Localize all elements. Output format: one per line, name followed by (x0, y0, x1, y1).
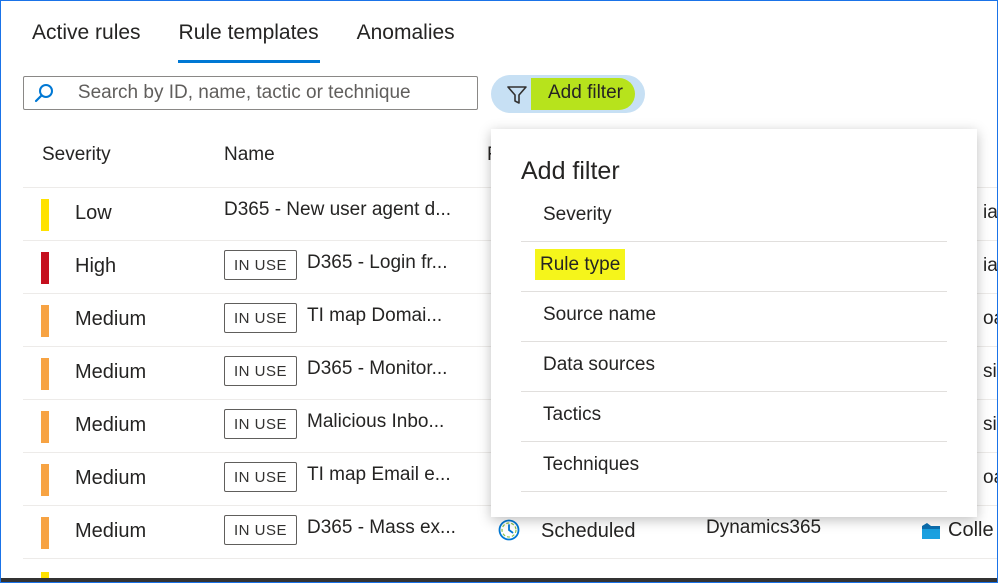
row-right-text: oac (983, 467, 997, 488)
in-use-badge: IN USE (224, 303, 298, 333)
rule-name: Malicious Inbo... (307, 411, 445, 432)
rule-name: D365 - New user agent d... (224, 199, 452, 220)
panel-title: Add filter (521, 157, 620, 185)
filter-option-label: Techniques (543, 454, 640, 475)
tactic-label: Colle (948, 519, 994, 541)
rule-name: TI map Email e... (307, 464, 451, 485)
add-filter-button[interactable]: Add filter (491, 75, 645, 113)
rule-name: TI map Domai... (307, 305, 443, 326)
column-header-severity[interactable]: Severity (42, 144, 111, 166)
severity-label: Medium (75, 308, 147, 330)
severity-indicator (41, 411, 49, 443)
data-source: Dynamics365 (706, 517, 822, 538)
filter-icon (507, 86, 527, 104)
tab-active-rules[interactable]: Active rules (23, 15, 150, 63)
filter-option-severity[interactable]: Severity (521, 191, 947, 242)
search-input[interactable] (63, 82, 477, 104)
rule-name: D365 - Mass ex... (307, 517, 456, 538)
clock-icon (498, 519, 520, 541)
row-right-text: oac (983, 308, 997, 329)
in-use-badge: IN USE (224, 250, 298, 280)
severity-label: Medium (75, 467, 147, 489)
filter-option-data-sources[interactable]: Data sources (521, 341, 947, 392)
severity-label: Low (75, 202, 112, 224)
severity-indicator (41, 358, 49, 390)
add-filter-panel: Add filter Severity Rule type Source nam… (491, 129, 977, 517)
severity-label: Medium (75, 520, 147, 542)
rule-type: Scheduled (541, 520, 636, 542)
filter-option-label: Source name (543, 304, 657, 325)
column-header-name[interactable]: Name (224, 144, 275, 166)
severity-indicator (41, 305, 49, 337)
tab-rule-templates[interactable]: Rule templates (170, 15, 328, 63)
tab-bar: Active rules Rule templates Anomalies (23, 15, 484, 63)
add-filter-label: Add filter (548, 82, 623, 103)
collection-icon (922, 523, 940, 539)
rule-name: D365 - Monitor... (307, 358, 448, 379)
in-use-badge: IN USE (224, 409, 298, 439)
app-frame: Active rules Rule templates Anomalies Ad… (0, 0, 998, 583)
tab-anomalies[interactable]: Anomalies (348, 15, 464, 63)
filter-option-label: Data sources (543, 354, 655, 375)
in-use-badge: IN USE (224, 356, 298, 386)
row-right-text: ial (983, 255, 998, 276)
severity-indicator (41, 199, 49, 231)
search-box[interactable] (23, 76, 478, 110)
row-right-text: sis (983, 414, 997, 435)
search-icon (24, 77, 64, 109)
severity-label: Medium (75, 414, 147, 436)
filter-option-tactics[interactable]: Tactics (521, 391, 947, 442)
severity-indicator (41, 464, 49, 496)
frame-bottom-edge (1, 578, 997, 582)
severity-label: High (75, 255, 117, 277)
filter-option-rule-type[interactable]: Rule type (521, 241, 947, 292)
severity-indicator (41, 252, 49, 284)
in-use-badge: IN USE (224, 462, 298, 492)
filter-option-label: Rule type (535, 249, 626, 280)
filter-option-label: Severity (543, 204, 612, 225)
row-right-text: sis (983, 361, 997, 382)
in-use-badge: IN USE (224, 515, 298, 545)
filter-option-source-name[interactable]: Source name (521, 291, 947, 342)
filter-option-label: Tactics (543, 404, 602, 425)
severity-indicator (41, 517, 49, 549)
row-right-text: ial (983, 202, 998, 223)
filter-option-techniques[interactable]: Techniques (521, 441, 947, 492)
severity-label: Medium (75, 361, 147, 383)
rule-name: D365 - Login fr... (307, 252, 448, 273)
